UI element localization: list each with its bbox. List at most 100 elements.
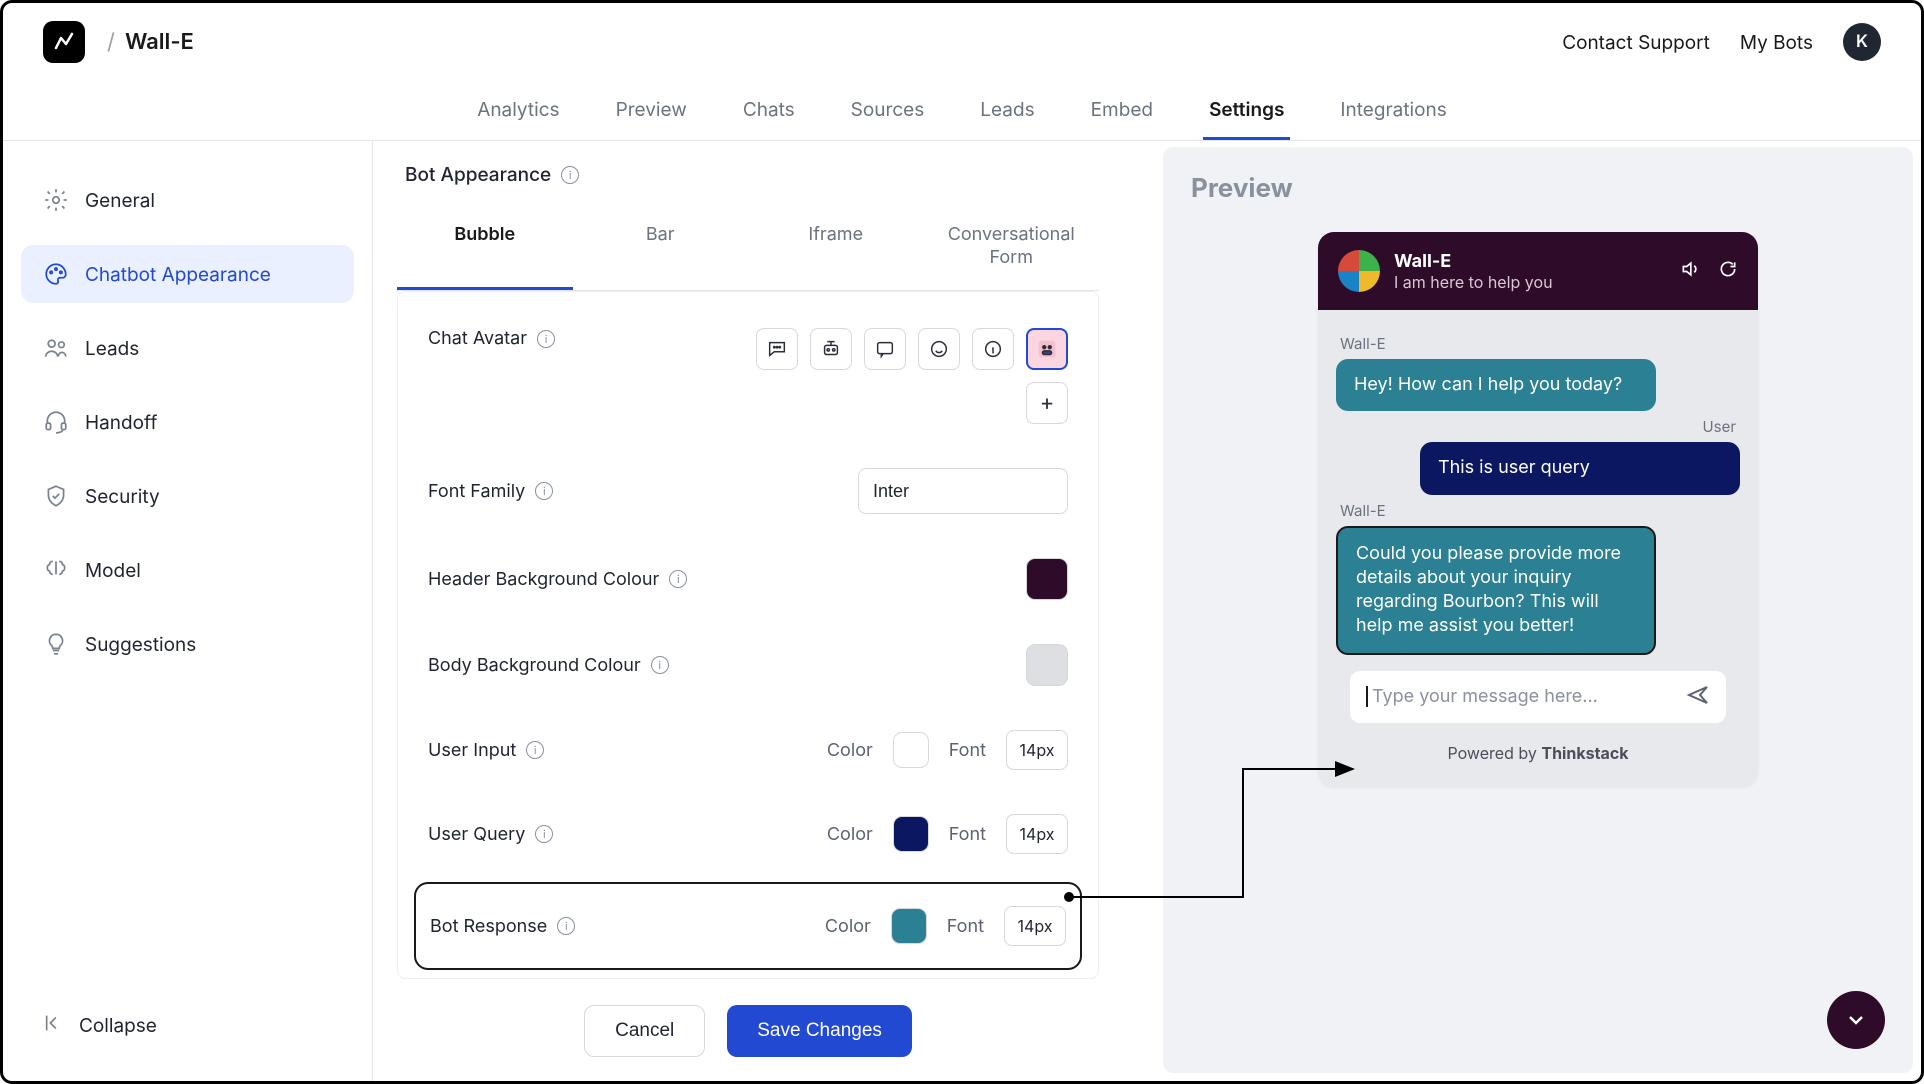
bubble-user-query: This is user query — [1420, 442, 1740, 494]
cancel-button[interactable]: Cancel — [584, 1005, 705, 1057]
settings-content: Bot Appearance i Bubble Bar Iframe Conve… — [373, 141, 1123, 1081]
tab-integrations[interactable]: Integrations — [1334, 82, 1452, 140]
section-title: Bot Appearance — [405, 163, 551, 186]
info-icon[interactable]: i — [537, 330, 555, 348]
row-bot-response: Bot Response i Color Font 14px — [414, 882, 1082, 970]
chat-input-placeholder: Type your message here... — [1366, 686, 1686, 707]
info-icon[interactable]: i — [669, 570, 687, 588]
avatar-option-message-icon[interactable] — [864, 328, 906, 370]
refresh-icon[interactable] — [1718, 259, 1738, 283]
color-label: Color — [825, 916, 871, 937]
font-label: Font — [949, 740, 986, 761]
tab-preview[interactable]: Preview — [610, 82, 693, 140]
subtab-bubble[interactable]: Bubble — [397, 208, 573, 290]
subtab-conversational-form[interactable]: Conversational Form — [924, 208, 1100, 290]
row-font-family: Font Family i — [422, 446, 1074, 536]
info-icon[interactable]: i — [561, 166, 579, 184]
app-logo[interactable] — [43, 21, 85, 63]
user-input-color-swatch[interactable] — [893, 732, 929, 768]
sidebar-item-label: Security — [85, 485, 160, 508]
avatar-option-info-icon[interactable] — [972, 328, 1014, 370]
tab-settings[interactable]: Settings — [1203, 82, 1290, 140]
color-label: Color — [827, 740, 873, 761]
sidebar-item-model[interactable]: Model — [21, 541, 354, 599]
sidebar-item-chatbot-appearance[interactable]: Chatbot Appearance — [21, 245, 354, 303]
tab-sources[interactable]: Sources — [845, 82, 931, 140]
row-chat-avatar: Chat Avatar i + — [422, 306, 1074, 446]
avatar-option-support-icon[interactable] — [918, 328, 960, 370]
sidebar-item-suggestions[interactable]: Suggestions — [21, 615, 354, 673]
chat-header-avatar — [1338, 250, 1380, 292]
sound-icon[interactable] — [1680, 259, 1700, 283]
header-bg-label: Header Background Colour — [428, 569, 659, 590]
user-query-color-swatch[interactable] — [893, 816, 929, 852]
sender-bot-2: Wall-E — [1340, 501, 1736, 520]
subtab-bar[interactable]: Bar — [573, 208, 749, 290]
preview-panel: Preview Wall-E I am here to help you Wal… — [1163, 147, 1913, 1073]
user-input-font-size[interactable]: 14px — [1006, 730, 1068, 770]
tab-embed[interactable]: Embed — [1085, 82, 1159, 140]
sender-bot: Wall-E — [1340, 334, 1736, 353]
bot-response-label: Bot Response — [430, 916, 547, 937]
user-query-font-size[interactable]: 14px — [1006, 814, 1068, 854]
avatar-option-add[interactable]: + — [1026, 382, 1068, 424]
contact-support-link[interactable]: Contact Support — [1562, 31, 1710, 54]
main-tabs: Analytics Preview Chats Sources Leads Em… — [3, 82, 1921, 141]
avatar-option-custom-image[interactable] — [1026, 328, 1068, 370]
sidebar-item-leads[interactable]: Leads — [21, 319, 354, 377]
sidebar-item-label: Handoff — [85, 411, 157, 434]
tab-leads[interactable]: Leads — [974, 82, 1040, 140]
bot-response-font-size[interactable]: 14px — [1004, 906, 1066, 946]
tab-chats[interactable]: Chats — [737, 82, 801, 140]
chat-input[interactable]: Type your message here... — [1350, 671, 1726, 723]
breadcrumb-bot-name: Wall-E — [125, 29, 194, 55]
bot-response-color-swatch[interactable] — [891, 908, 927, 944]
sidebar-item-label: General — [85, 189, 155, 212]
info-icon[interactable]: i — [535, 482, 553, 500]
palette-icon — [43, 261, 69, 287]
sender-user: User — [1340, 417, 1736, 436]
info-icon[interactable]: i — [526, 741, 544, 759]
appearance-subtabs: Bubble Bar Iframe Conversational Form — [397, 208, 1099, 291]
shield-icon — [43, 483, 69, 509]
sidebar-item-handoff[interactable]: Handoff — [21, 393, 354, 451]
header-bg-color-swatch[interactable] — [1026, 558, 1068, 600]
chat-avatar-label: Chat Avatar — [428, 328, 527, 349]
sidebar-item-label: Leads — [85, 337, 139, 360]
bulb-icon — [43, 631, 69, 657]
avatar-options: + — [738, 328, 1068, 424]
body-bg-color-swatch[interactable] — [1026, 644, 1068, 686]
my-bots-link[interactable]: My Bots — [1740, 31, 1813, 54]
subtab-iframe[interactable]: Iframe — [748, 208, 924, 290]
headset-icon — [43, 409, 69, 435]
user-avatar[interactable]: K — [1843, 23, 1881, 61]
sidebar-item-general[interactable]: General — [21, 171, 354, 229]
collapse-icon — [43, 1012, 65, 1039]
brain-icon — [43, 557, 69, 583]
send-icon[interactable] — [1686, 683, 1710, 711]
chat-body: Wall-E Hey! How can I help you today? Us… — [1318, 310, 1758, 787]
row-body-bg: Body Background Colour i — [422, 622, 1074, 708]
settings-sidebar: General Chatbot Appearance Leads Handoff… — [3, 141, 373, 1081]
sidebar-item-label: Suggestions — [85, 633, 196, 656]
avatar-option-chat-icon[interactable] — [756, 328, 798, 370]
user-query-label: User Query — [428, 824, 525, 845]
row-user-input: User Input i Color Font 14px — [422, 708, 1074, 792]
tab-analytics[interactable]: Analytics — [471, 82, 565, 140]
font-family-input[interactable] — [858, 468, 1068, 514]
chat-fab[interactable] — [1827, 991, 1885, 1049]
sidebar-item-security[interactable]: Security — [21, 467, 354, 525]
powered-by: Powered by Thinkstack — [1336, 733, 1740, 781]
chat-header: Wall-E I am here to help you — [1318, 232, 1758, 310]
sidebar-item-label: Chatbot Appearance — [85, 263, 271, 286]
top-bar: / Wall-E Contact Support My Bots K — [3, 3, 1921, 82]
collapse-label: Collapse — [79, 1014, 157, 1037]
row-header-bg: Header Background Colour i — [422, 536, 1074, 622]
avatar-option-robot-icon[interactable] — [810, 328, 852, 370]
info-icon[interactable]: i — [535, 825, 553, 843]
info-icon[interactable]: i — [651, 656, 669, 674]
info-icon[interactable]: i — [557, 917, 575, 935]
breadcrumb-separator: / — [107, 29, 115, 55]
save-button[interactable]: Save Changes — [727, 1005, 912, 1057]
collapse-sidebar-button[interactable]: Collapse — [21, 1000, 354, 1051]
